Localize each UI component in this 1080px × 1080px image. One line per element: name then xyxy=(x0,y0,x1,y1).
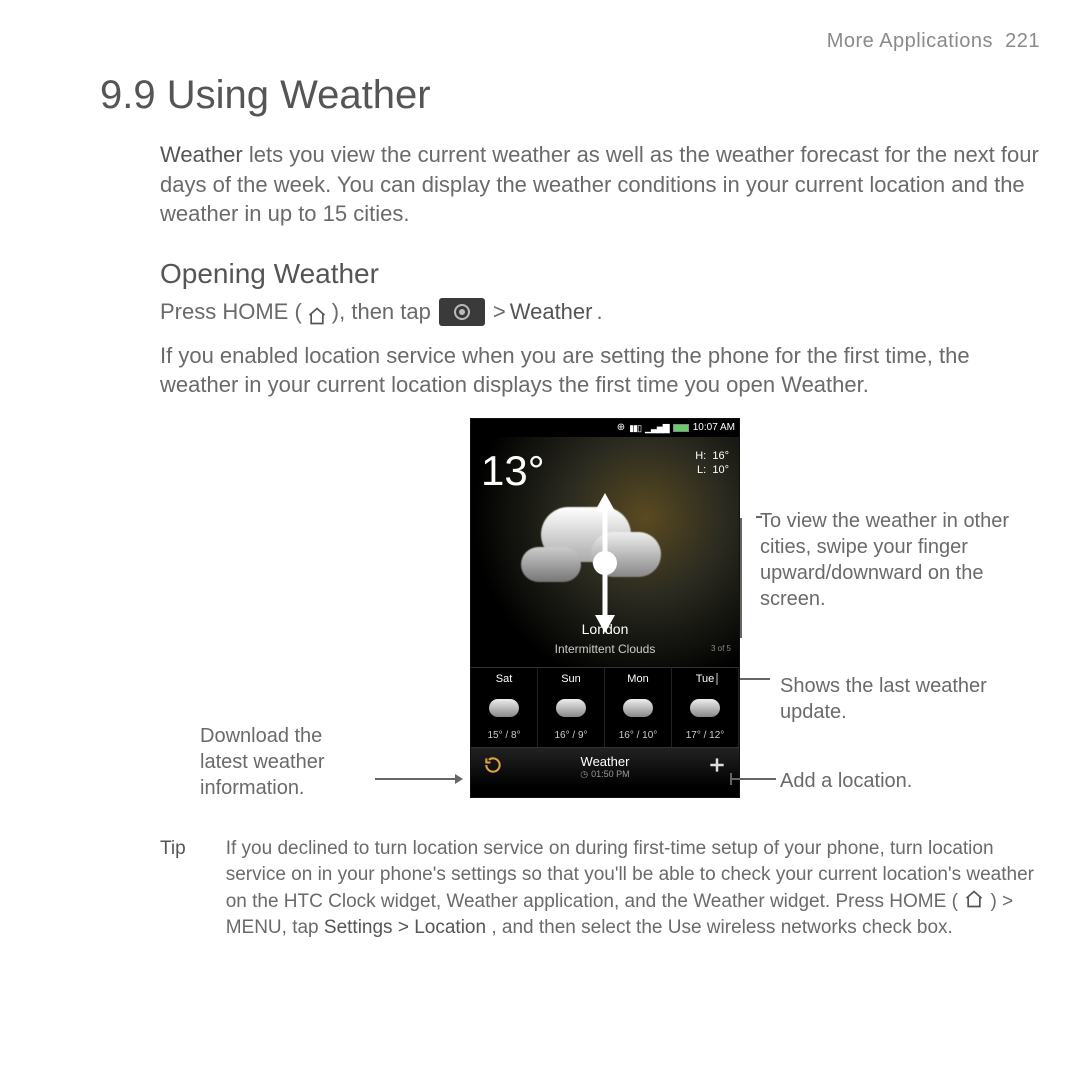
statusbar-time: 10:07 AM xyxy=(693,421,735,435)
hi-lo: H: 16° L: 10° xyxy=(695,449,729,478)
last-update-time: 01:50 PM xyxy=(591,770,630,780)
battery-icon xyxy=(673,424,689,432)
leader-line xyxy=(730,773,732,785)
txt: . xyxy=(596,297,602,327)
tip-label: Tip xyxy=(160,836,186,941)
fc-temp: 16° / 10° xyxy=(619,729,658,743)
fc-temp: 17° / 12° xyxy=(686,729,725,743)
bottom-bar-center: Weather ◷01:50 PM xyxy=(580,755,629,779)
intro-rest: lets you view the current weather as wel… xyxy=(160,142,1039,226)
fc-day: Sat xyxy=(496,672,513,687)
page-title: 9.9 Using Weather xyxy=(100,73,1040,118)
weather-main-pane[interactable]: 13° H: 16° L: 10° London Intermittent Cl… xyxy=(471,437,739,667)
status-bar: ⊕ ▮▮▯ ▁▃▅▇ 10:07 AM xyxy=(471,419,739,437)
callout-swipe: To view the weather in other cities, swi… xyxy=(760,508,1010,612)
hi-label: H: xyxy=(695,450,706,462)
add-location-icon[interactable] xyxy=(707,753,727,783)
fc-day: Tue xyxy=(696,672,715,687)
intro-paragraph: Weather lets you view the current weathe… xyxy=(160,140,1040,229)
cloud-icon xyxy=(690,699,720,717)
city-name: London xyxy=(471,620,739,639)
lo-val: 10° xyxy=(712,464,729,476)
cloud-icon xyxy=(521,547,581,582)
all-apps-icon xyxy=(439,298,485,326)
settings-location-path: Settings > Location xyxy=(324,917,486,938)
hi-val: 16° xyxy=(712,450,729,462)
phone-screenshot: ⊕ ▮▮▯ ▁▃▅▇ 10:07 AM 13° H: 16° L: 10° Lo xyxy=(470,418,740,798)
forecast-day[interactable]: Mon 16° / 10° xyxy=(605,667,672,747)
fc-day: Sun xyxy=(561,672,581,687)
leader-line xyxy=(716,673,718,685)
tip-body: If you declined to turn location service… xyxy=(226,836,1040,941)
txt: > xyxy=(493,297,506,327)
signal-icon: ▮▮▯ xyxy=(629,422,641,434)
subheading-opening-weather: Opening Weather xyxy=(160,255,1040,293)
home-icon xyxy=(306,304,328,324)
leader-line xyxy=(740,518,742,638)
section-name: More Applications xyxy=(827,30,993,52)
txt: ), then tap xyxy=(332,297,431,327)
location-paragraph: If you enabled location service when you… xyxy=(160,341,1040,400)
intro-lead: Weather xyxy=(160,142,243,167)
cloud-icon xyxy=(489,699,519,717)
leader-line xyxy=(730,778,776,780)
txt: If you declined to turn location service… xyxy=(226,838,1034,912)
tip-block: Tip If you declined to turn location ser… xyxy=(160,836,1040,941)
bottom-bar-title: Weather xyxy=(580,755,629,769)
callout-last-update: Shows the last weather update. xyxy=(780,673,1030,725)
callout-download: Download the latest weather information. xyxy=(200,723,370,801)
leader-line xyxy=(375,778,461,780)
txt: Press HOME ( xyxy=(160,297,302,327)
running-header: More Applications 221 xyxy=(100,30,1040,53)
weather-bottom-bar: Weather ◷01:50 PM xyxy=(471,747,739,787)
lo-label: L: xyxy=(697,464,706,476)
clock-icon: ◷ xyxy=(580,770,588,780)
home-icon xyxy=(963,889,985,909)
signal-bars-icon: ▁▃▅▇ xyxy=(645,422,669,434)
weather-figure: ⊕ ▮▮▯ ▁▃▅▇ 10:07 AM 13° H: 16° L: 10° Lo xyxy=(160,418,1040,818)
leader-line xyxy=(740,678,770,680)
refresh-icon[interactable] xyxy=(483,753,503,783)
weather-description: Intermittent Clouds xyxy=(471,641,739,657)
gps-icon: ⊕ xyxy=(617,421,625,435)
weather-label: Weather xyxy=(510,297,593,327)
open-weather-instruction: Press HOME ( ), then tap > Weather. xyxy=(160,297,1040,327)
cloud-icon xyxy=(556,699,586,717)
forecast-day[interactable]: Sat 15° / 8° xyxy=(471,667,538,747)
callout-add-location: Add a location. xyxy=(780,768,1000,794)
current-temp: 13° xyxy=(481,443,545,500)
fc-day: Mon xyxy=(627,672,648,687)
forecast-day[interactable]: Sun 16° / 9° xyxy=(538,667,605,747)
txt: , and then select the Use wireless netwo… xyxy=(491,917,953,938)
fc-temp: 15° / 8° xyxy=(487,729,520,743)
fc-temp: 16° / 9° xyxy=(554,729,587,743)
cloud-icon xyxy=(591,532,661,577)
leader-line xyxy=(756,516,762,518)
forecast-row: Sat 15° / 8° Sun 16° / 9° Mon 16° / 10° xyxy=(471,667,739,747)
cloud-icon xyxy=(623,699,653,717)
city-counter: 3 of 5 xyxy=(711,644,731,655)
page-number: 221 xyxy=(1005,30,1040,52)
forecast-day[interactable]: Tue 17° / 12° xyxy=(672,667,739,747)
